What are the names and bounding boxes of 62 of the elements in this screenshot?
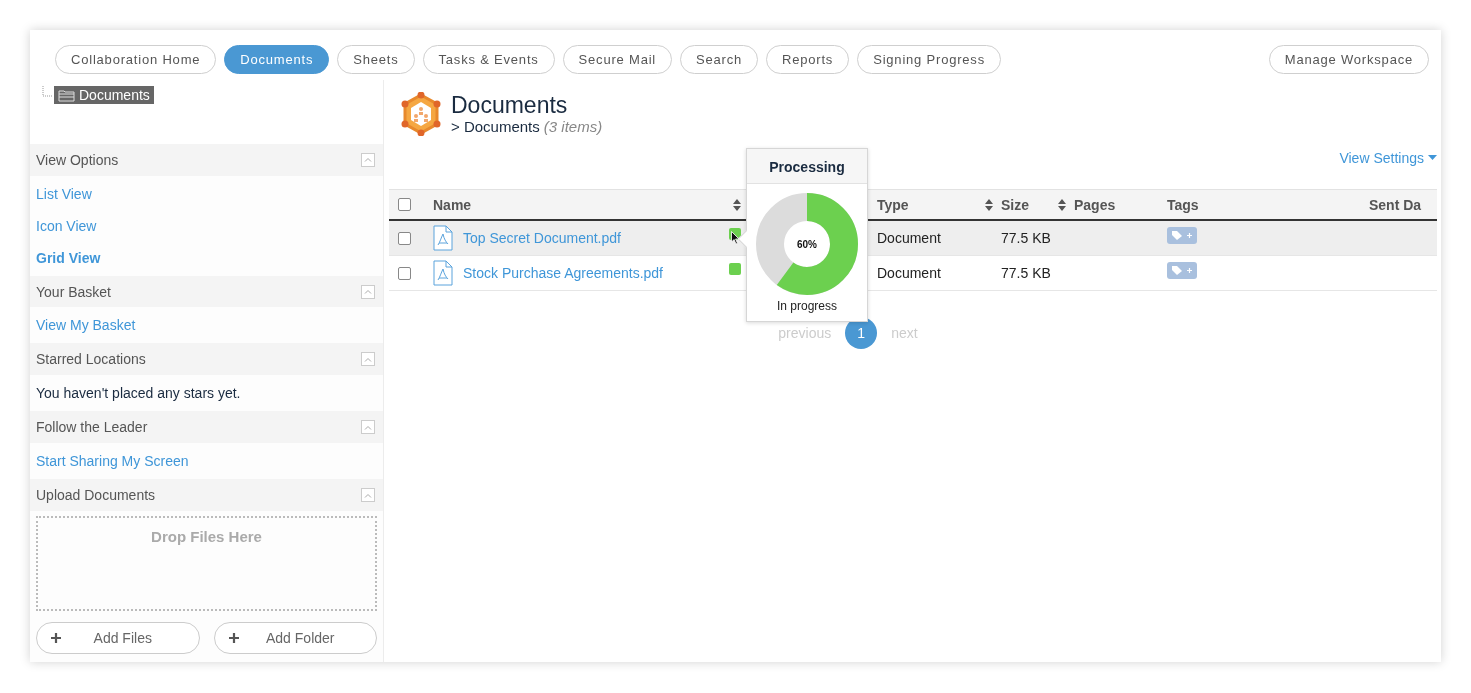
tree-node[interactable]: Documents [54,86,154,104]
column-header[interactable]: Size [1001,196,1029,213]
column-header[interactable]: Pages [1074,196,1116,213]
collapse-button[interactable] [361,420,375,435]
table-cell: 77.5 KB [1001,230,1051,246]
pdf-file-icon [433,225,453,251]
add-tag-button[interactable] [1167,226,1197,244]
collapse-icon [364,157,372,163]
tag-plus-icon [1171,264,1193,276]
section-title: Follow the Leader [36,419,148,436]
add-tag-button[interactable] [1167,261,1197,279]
workspace-logo [399,92,443,136]
add-button[interactable]: Add Files [36,622,200,655]
caret-icon [1428,155,1437,160]
sort-icon[interactable] [985,198,993,211]
collapse-icon [364,356,372,362]
nav-tab[interactable]: Search [680,44,759,74]
table-cell: 77.5 KB [1001,265,1051,281]
progress-reading: 60% [797,238,817,250]
collapse-icon [364,424,372,430]
section-title: Starred Locations [36,351,146,368]
cursor-icon [731,231,740,245]
column-header[interactable]: Type [877,196,909,213]
column-header[interactable]: Sent Da [1369,196,1422,213]
collapse-icon [364,289,372,294]
item-count: (3 items) [543,118,603,135]
sort-icon[interactable] [1058,198,1066,211]
nav-tab[interactable]: Sheets [337,44,415,74]
tag-plus-icon [1171,229,1193,241]
nav-tab[interactable]: Signing Progress [857,44,1001,74]
select-all-checkbox[interactable] [398,198,411,211]
page-title: Documents [451,92,569,118]
collapse-icon [364,492,372,498]
nav-tab[interactable]: Reports [766,44,850,74]
section-title: Your Basket [36,283,111,300]
add-button[interactable]: Add Folder [213,622,377,655]
sort-icon[interactable] [733,198,741,211]
collapse-button[interactable] [361,152,375,167]
popover-title: Processing [747,149,867,184]
section-title: View Options [36,151,119,168]
column-header[interactable]: Tags [1167,196,1199,213]
section-title: Upload Documents [36,487,156,504]
plus-icon [228,633,239,644]
plus-icon [51,633,61,644]
collapse-button[interactable] [361,284,375,299]
progress-status: In progress [777,299,837,313]
pdf-file-icon [433,260,453,286]
folder-icon [58,88,75,102]
table-cell: Document [877,265,941,281]
manage-workspace-button[interactable]: Manage Workspace [1268,44,1429,74]
table-cell: Document [877,230,941,246]
collapse-button[interactable] [361,352,375,367]
nav-tab[interactable]: Tasks & Events [422,44,555,74]
tree-line [42,86,52,98]
row-checkbox[interactable] [398,266,411,280]
collapse-button[interactable] [361,488,375,503]
nav-tab[interactable]: Collaboration Home [55,44,217,74]
breadcrumb[interactable]: > Documents [451,118,540,135]
row-checkbox[interactable] [398,231,411,245]
nav-tab[interactable]: Secure Mail [562,44,673,74]
empty-message: You haven't placed any stars yet. [36,384,242,404]
column-header[interactable]: Name [433,196,472,213]
